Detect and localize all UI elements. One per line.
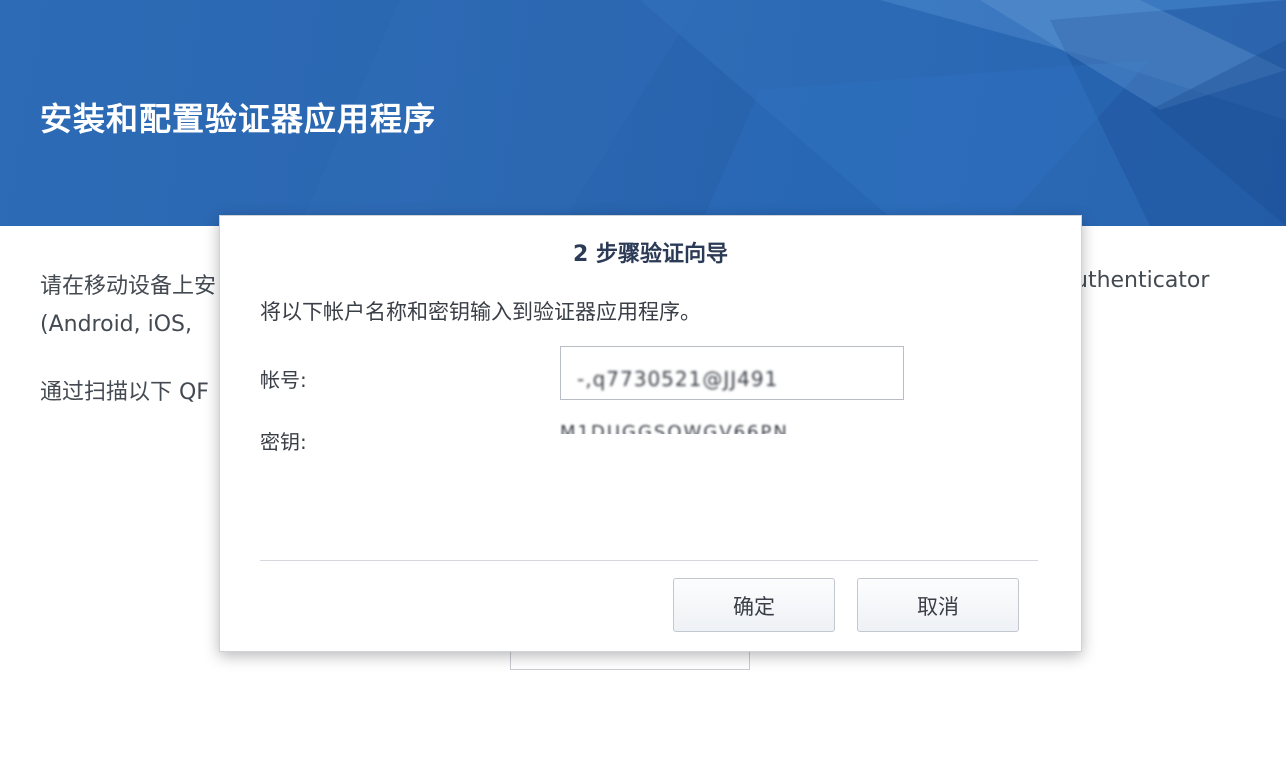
two-step-wizard-dialog: 2 步骤验证向导 将以下帐户名称和密钥输入到验证器应用程序。 帐号: -,q77… xyxy=(219,215,1082,652)
secret-key-value: M1DUGGSOWGV66PN xyxy=(560,422,789,434)
page-title: 安装和配置验证器应用程序 xyxy=(40,100,437,138)
secret-key-field[interactable]: M1DUGGSOWGV66PN xyxy=(560,422,860,434)
dialog-divider xyxy=(260,560,1038,561)
background-instruction-line1: 请在移动设备上安 xyxy=(40,274,217,299)
account-label: 帐号: xyxy=(260,368,307,392)
page-header: 安装和配置验证器应用程序 xyxy=(0,0,1286,226)
dialog-title: 2 步骤验证向导 xyxy=(573,242,728,267)
account-field[interactable]: -,q7730521@JJ491 xyxy=(560,346,904,400)
cancel-button[interactable]: 取消 xyxy=(857,578,1019,632)
dialog-instruction: 将以下帐户名称和密钥输入到验证器应用程序。 xyxy=(260,300,701,324)
ok-button[interactable]: 确定 xyxy=(673,578,835,632)
background-instruction-line3: 通过扫描以下 QF xyxy=(40,380,209,405)
background-instruction-line2: (Android, iOS, xyxy=(40,312,193,337)
background-instruction-line1-right: uthenticator xyxy=(1074,268,1210,293)
secret-key-label: 密钥: xyxy=(260,430,307,454)
account-value: -,q7730521@JJ491 xyxy=(577,367,779,391)
